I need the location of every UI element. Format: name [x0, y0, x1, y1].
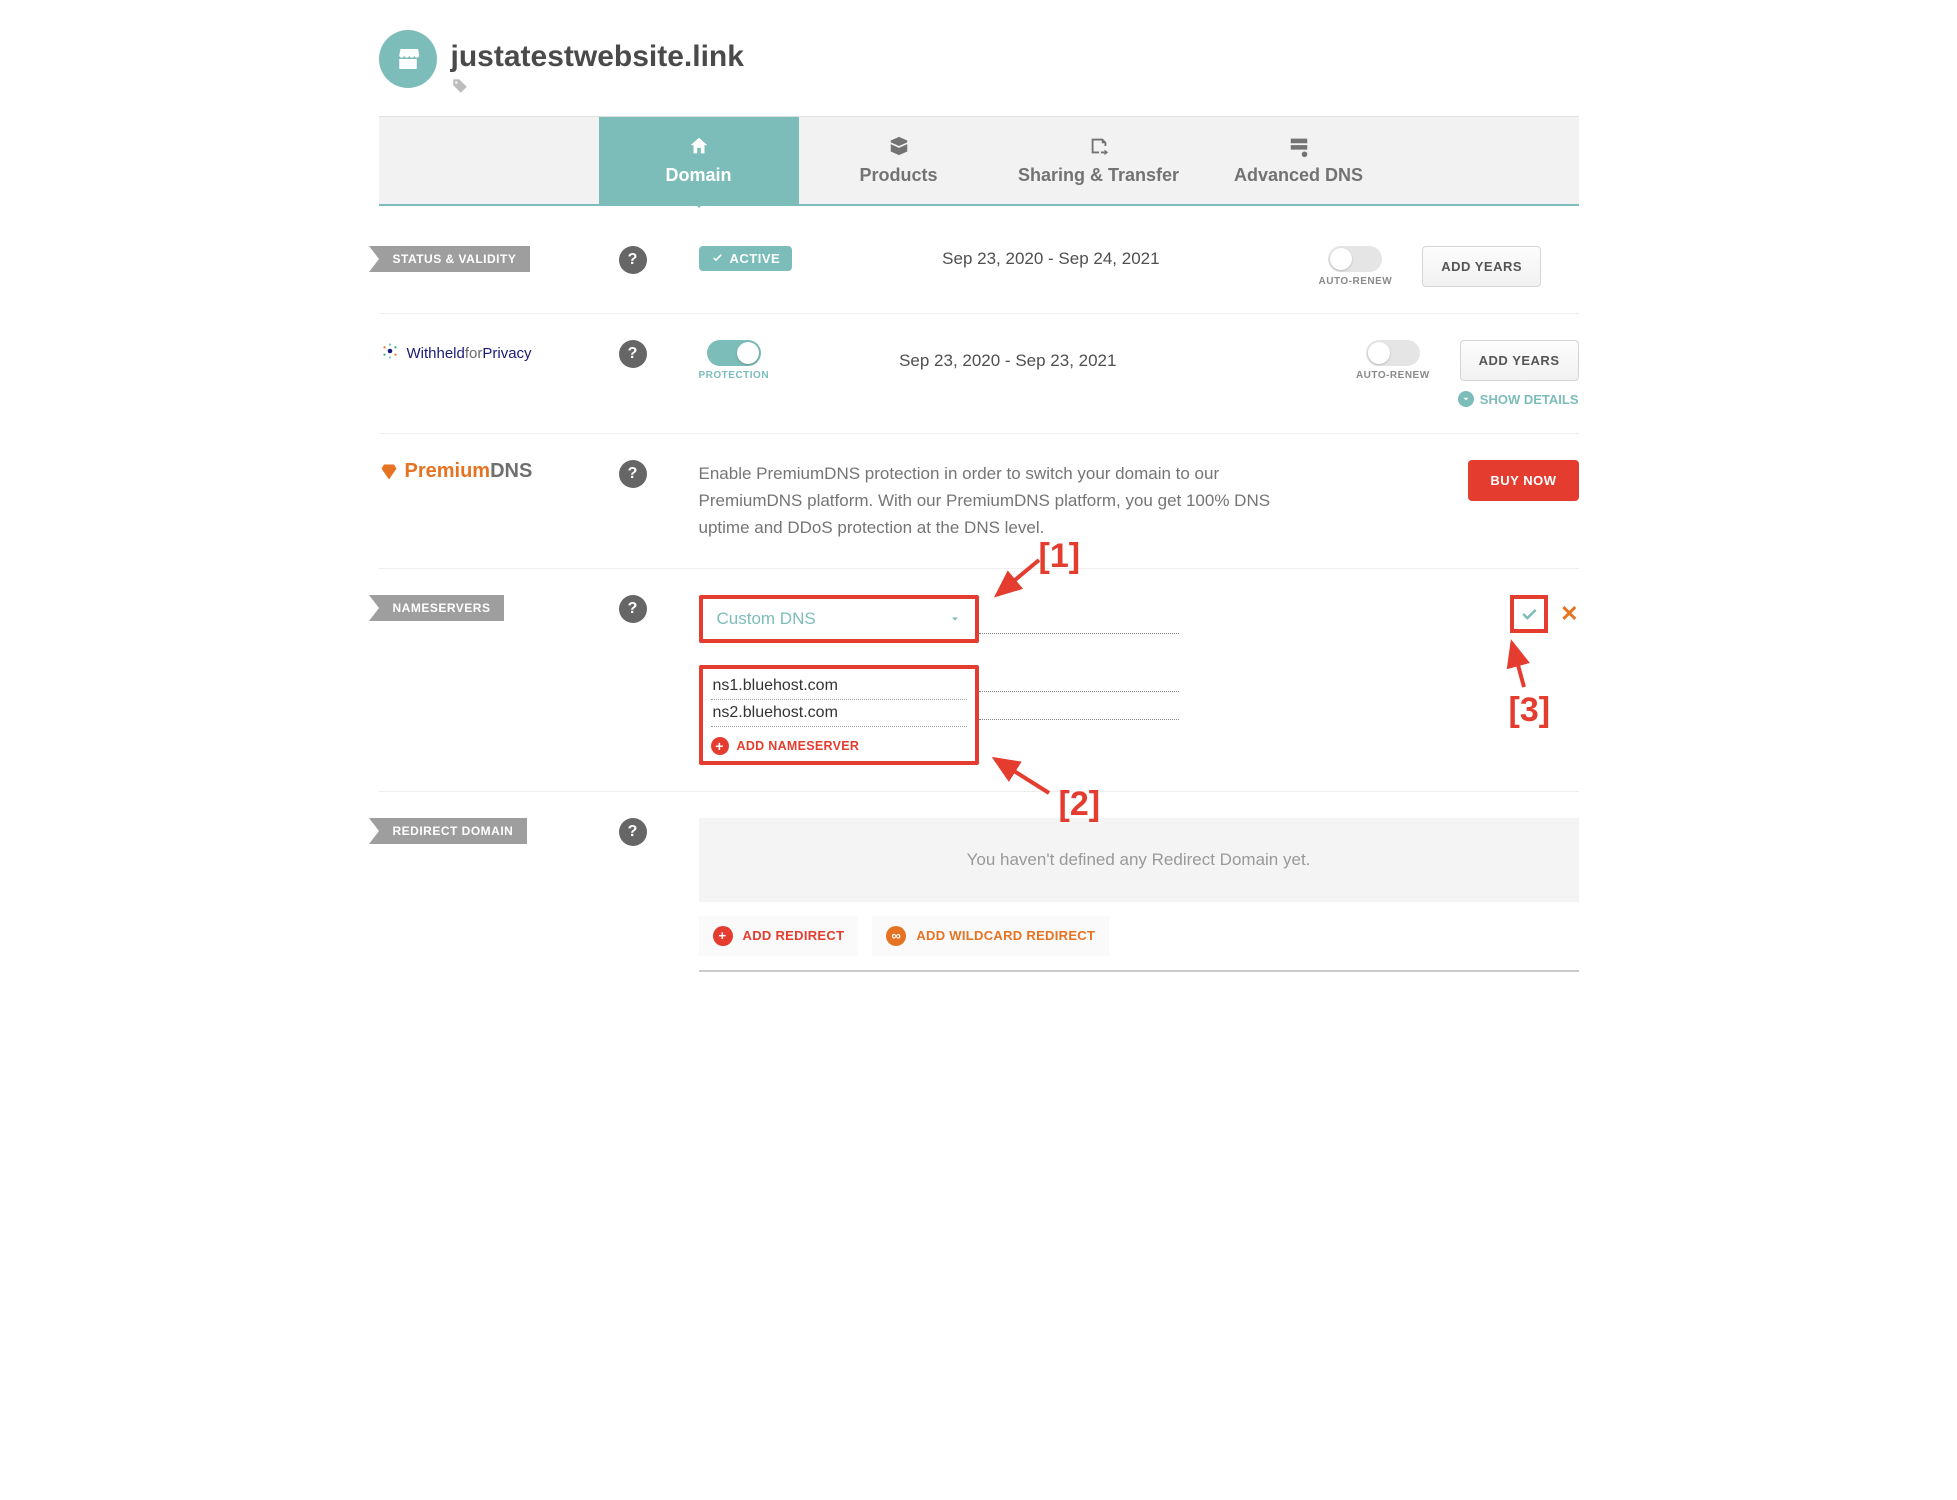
- plus-icon: +: [713, 926, 733, 946]
- diamond-icon: [379, 462, 399, 482]
- add-years-button[interactable]: ADD YEARS: [1460, 340, 1579, 381]
- transfer-icon: [1087, 135, 1111, 157]
- cancel-nameservers-button[interactable]: ✕: [1560, 601, 1578, 627]
- add-years-button[interactable]: ADD YEARS: [1422, 246, 1541, 287]
- show-details-link[interactable]: SHOW DETAILS: [1458, 391, 1579, 407]
- box-icon: [887, 135, 911, 157]
- add-wildcard-redirect-button[interactable]: ∞ ADD WILDCARD REDIRECT: [872, 916, 1109, 956]
- nameserver-input-2[interactable]: [711, 700, 967, 727]
- auto-renew-toggle-privacy[interactable]: [1366, 340, 1420, 366]
- nameserver-input-1[interactable]: [711, 673, 967, 700]
- dns-type-dropdown[interactable]: Custom DNS: [699, 595, 979, 643]
- help-icon[interactable]: ?: [619, 246, 647, 274]
- plus-icon: +: [711, 737, 729, 755]
- chevron-down-icon: [1458, 391, 1474, 407]
- privacy-logo-icon: [379, 340, 401, 366]
- premium-dns-description: Enable PremiumDNS protection in order to…: [699, 460, 1299, 542]
- auto-renew-toggle-status[interactable]: [1328, 246, 1382, 272]
- privacy-dates: Sep 23, 2020 - Sep 23, 2021: [899, 351, 1116, 371]
- add-nameserver-button[interactable]: + ADD NAMESERVER: [711, 737, 967, 755]
- redirect-domain-label: REDIRECT DOMAIN: [379, 818, 528, 844]
- status-dates: Sep 23, 2020 - Sep 24, 2021: [942, 249, 1159, 269]
- annotation-arrow: [1494, 637, 1534, 697]
- help-icon[interactable]: ?: [619, 340, 647, 368]
- callout-3: [3]: [1509, 691, 1551, 730]
- premium-dns-logo: PremiumDNS: [379, 460, 533, 483]
- server-icon: [1287, 135, 1311, 157]
- store-icon: [379, 30, 437, 88]
- buy-now-button[interactable]: BUY NOW: [1468, 460, 1578, 501]
- withheld-for-privacy-logo: WithheldforPrivacy: [379, 340, 532, 366]
- tab-advanced-dns[interactable]: Advanced DNS: [1199, 117, 1399, 204]
- tab-sharing-transfer[interactable]: Sharing & Transfer: [999, 117, 1199, 204]
- status-badge: ACTIVE: [699, 246, 793, 271]
- tab-domain[interactable]: Domain: [599, 117, 799, 204]
- page-title: justatestwebsite.link: [451, 30, 744, 73]
- confirm-nameservers-button[interactable]: [1510, 595, 1548, 633]
- tag-icon[interactable]: [451, 77, 744, 100]
- nameserver-inputs: + ADD NAMESERVER: [699, 665, 979, 765]
- add-redirect-button[interactable]: + ADD REDIRECT: [699, 916, 859, 956]
- check-icon: [1519, 604, 1539, 624]
- help-icon[interactable]: ?: [619, 595, 647, 623]
- redirect-empty-state: You haven't defined any Redirect Domain …: [699, 818, 1579, 902]
- help-icon[interactable]: ?: [619, 460, 647, 488]
- home-icon: [687, 135, 711, 157]
- callout-1: [1]: [1039, 537, 1081, 576]
- status-validity-label: STATUS & VALIDITY: [379, 246, 531, 272]
- nameservers-label: NAMESERVERS: [379, 595, 505, 621]
- caret-down-icon: [949, 613, 961, 625]
- infinity-icon: ∞: [886, 926, 906, 946]
- tab-bar: Domain Products Sharing & Transfer Advan…: [379, 116, 1579, 206]
- callout-2: [2]: [1059, 785, 1101, 824]
- help-icon[interactable]: ?: [619, 818, 647, 846]
- protection-toggle[interactable]: [707, 340, 761, 366]
- tab-products[interactable]: Products: [799, 117, 999, 204]
- annotation-arrow: [989, 753, 1059, 803]
